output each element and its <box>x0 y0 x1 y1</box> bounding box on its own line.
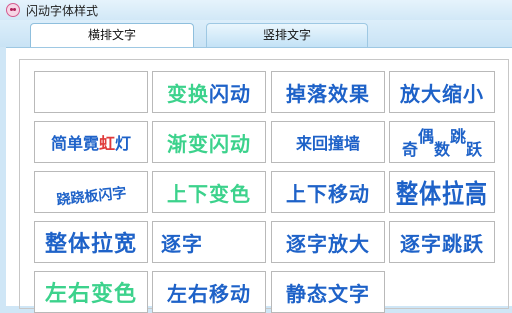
style-label: 静态文字 <box>286 281 370 306</box>
style-cell-flash-change[interactable]: 变换 闪动 <box>152 71 266 113</box>
style-label-part: 虹 <box>98 134 115 153</box>
style-label: 跷跷板闪字 <box>55 185 128 209</box>
style-cell-lr-color[interactable]: 左右变色 <box>34 271 148 313</box>
style-label-part: 变换 <box>167 81 209 106</box>
style-label-part: 简单霓 <box>50 134 99 153</box>
style-cell-whole-raise[interactable]: 整体拉高 <box>389 171 495 213</box>
style-cell-fall[interactable]: 掉落效果 <box>271 71 385 113</box>
style-label-char: 跃 <box>466 140 483 159</box>
title-bar: 闪动字体样式 <box>0 0 512 20</box>
style-label: 整体拉宽 <box>44 232 137 257</box>
style-label: 逐字 <box>161 231 203 256</box>
tab-strip: 横排文字 竖排文字 <box>0 20 512 47</box>
style-label-part: 闪动 <box>209 81 251 106</box>
style-cell-back-forth[interactable]: 来回撞墙 <box>271 121 385 163</box>
style-label: 放大缩小 <box>400 81 484 106</box>
style-cell-whole-widen[interactable]: 整体拉宽 <box>34 221 148 263</box>
style-label-char: 奇 <box>401 140 418 159</box>
style-label: 整体拉高 <box>395 180 488 210</box>
style-cell-lr-move[interactable]: 左右移动 <box>152 271 266 313</box>
style-label-char: 跳 <box>450 127 467 146</box>
style-label-char: 偶 <box>417 127 434 146</box>
app-logo-icon <box>6 3 20 17</box>
style-cell-char-jump[interactable]: 逐字跳跃 <box>389 221 495 263</box>
style-label: 逐字跳跃 <box>400 231 484 256</box>
style-label: 上下移动 <box>286 181 370 206</box>
style-grid: 变换 闪动 掉落效果 放大缩小 简单霓虹灯 渐变闪动 来回撞墙 奇偶数跳跃 跷跷板… <box>19 59 509 313</box>
styles-panel: 变换 闪动 掉落效果 放大缩小 简单霓虹灯 渐变闪动 来回撞墙 奇偶数跳跃 跷跷板… <box>6 47 512 313</box>
style-cell-odd-even-jump[interactable]: 奇偶数跳跃 <box>389 121 495 163</box>
style-cell-zoom[interactable]: 放大缩小 <box>389 71 495 113</box>
style-cell-blank[interactable] <box>34 71 148 113</box>
style-cell-seesaw[interactable]: 跷跷板闪字 <box>34 171 148 213</box>
style-label: 来回撞墙 <box>295 134 360 153</box>
style-label: 左右移动 <box>167 281 251 306</box>
style-label: 渐变闪动 <box>167 131 251 156</box>
style-cell-updown-move[interactable]: 上下移动 <box>271 171 385 213</box>
style-cell-char-by-char[interactable]: 逐字 <box>152 221 266 263</box>
tab-horizontal-text[interactable]: 横排文字 <box>30 23 194 47</box>
style-cell-updown-color[interactable]: 上下变色 <box>152 171 266 213</box>
style-cell-static[interactable]: 静态文字 <box>271 271 385 313</box>
style-label-char: 数 <box>433 140 450 159</box>
style-cell-gradient-flash[interactable]: 渐变闪动 <box>152 121 266 163</box>
style-label: 上下变色 <box>167 181 251 206</box>
style-label-part: 灯 <box>115 134 132 153</box>
window-title: 闪动字体样式 <box>26 4 99 18</box>
style-label: 左右变色 <box>44 282 137 307</box>
tab-vertical-text[interactable]: 竖排文字 <box>206 23 368 47</box>
style-cell-char-zoom[interactable]: 逐字放大 <box>271 221 385 263</box>
style-label: 掉落效果 <box>286 81 370 106</box>
style-cell-neon[interactable]: 简单霓虹灯 <box>34 121 148 163</box>
style-label: 逐字放大 <box>286 231 370 256</box>
